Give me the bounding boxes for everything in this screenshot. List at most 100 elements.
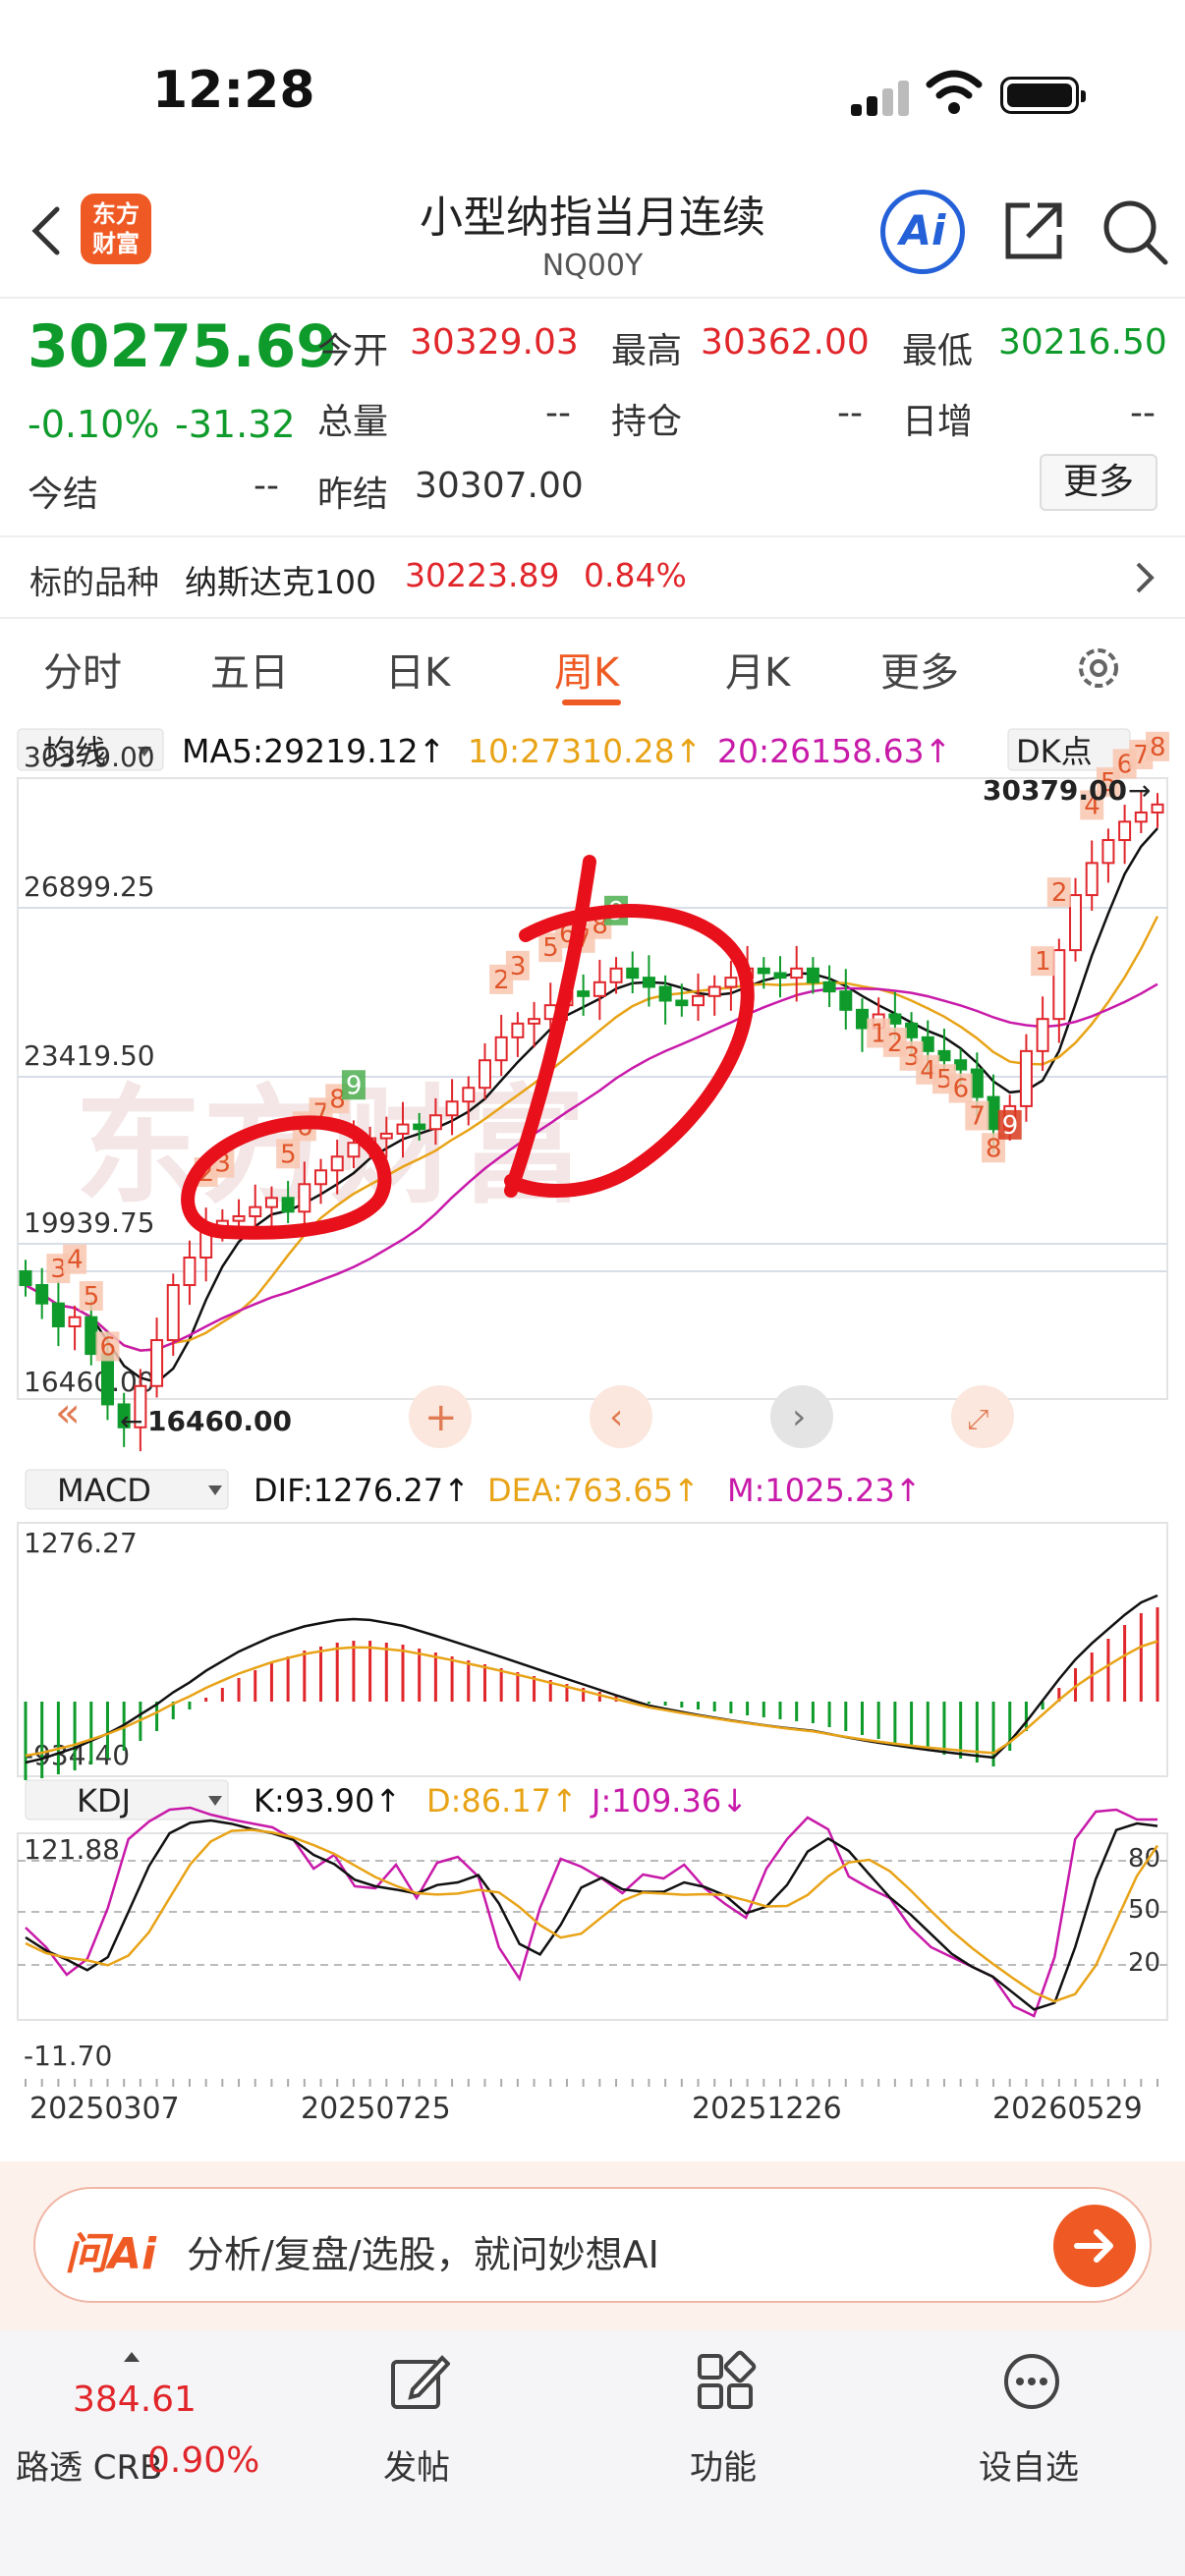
ai-ask-bar[interactable]: 问Ai 分析/复盘/选股，就问妙想AI bbox=[33, 2187, 1152, 2303]
kdj-k-line bbox=[25, 1819, 1158, 2011]
candle bbox=[183, 1257, 197, 1287]
candle bbox=[773, 972, 787, 980]
kdj-d: D:86.17↑ bbox=[426, 1782, 578, 1820]
kdj-select[interactable]: KDJ bbox=[77, 1782, 131, 1820]
td-marker: 5 bbox=[84, 1282, 100, 1312]
status-bar: 12:28 bbox=[0, 0, 1185, 157]
underlying-pct: 0.84% bbox=[584, 556, 687, 594]
tab-weekly-k[interactable]: 周K bbox=[554, 641, 619, 698]
change-absolute: -31.32 bbox=[175, 403, 296, 446]
td-marker: 2 bbox=[1051, 878, 1068, 908]
ma5-value: MA5:29219.12↑ bbox=[182, 732, 445, 770]
candle bbox=[757, 967, 770, 975]
crb-percent: 0.90% bbox=[147, 2440, 260, 2481]
candle bbox=[970, 1068, 984, 1098]
candle bbox=[1118, 820, 1132, 842]
date-label-4: 20260529 bbox=[992, 2092, 1143, 2126]
candle bbox=[1101, 839, 1115, 865]
chevron-right-icon bbox=[1136, 562, 1155, 593]
add-watchlist-label[interactable]: 设自选 bbox=[979, 2440, 1079, 2489]
more-dots-icon[interactable] bbox=[1000, 2350, 1063, 2413]
rewind-icon[interactable]: « bbox=[55, 1388, 81, 1436]
candle bbox=[707, 985, 721, 997]
candle bbox=[1036, 1018, 1049, 1052]
max-price-label: 30379.00 bbox=[983, 774, 1127, 807]
grid-functions-icon[interactable] bbox=[694, 2350, 757, 2413]
candle bbox=[150, 1339, 164, 1387]
fullscreen-icon[interactable]: ⤢ bbox=[967, 1403, 988, 1435]
y-axis-label: 19939.75 bbox=[24, 1206, 155, 1239]
caret-up-icon bbox=[124, 2352, 140, 2362]
candle bbox=[19, 1270, 32, 1287]
gear-icon[interactable] bbox=[1071, 641, 1126, 696]
macd-top-label: 1276.27 bbox=[24, 1527, 138, 1559]
divider bbox=[0, 617, 1185, 619]
pan-left-icon[interactable]: ‹ bbox=[609, 1397, 623, 1437]
macd-dea: DEA:763.65↑ bbox=[487, 1472, 700, 1509]
td-marker: 9 bbox=[1002, 1111, 1019, 1141]
y-axis-label: 26899.25 bbox=[24, 870, 155, 903]
open-value: 30329.03 bbox=[410, 322, 579, 363]
td-marker: 6 bbox=[953, 1075, 970, 1104]
macd-dea-line bbox=[25, 1640, 1158, 1758]
low-value: 30216.50 bbox=[998, 322, 1167, 363]
position-label: 持仓 bbox=[611, 402, 683, 442]
ai-send-button[interactable] bbox=[1053, 2205, 1136, 2287]
ai-assistant-button[interactable]: Ai bbox=[880, 190, 965, 274]
edit-post-icon[interactable] bbox=[387, 2350, 450, 2413]
functions-label[interactable]: 功能 bbox=[690, 2440, 757, 2489]
open-label: 今开 bbox=[317, 331, 389, 371]
td-marker: 3 bbox=[510, 952, 527, 981]
share-icon[interactable] bbox=[1000, 197, 1067, 264]
candle bbox=[494, 1036, 508, 1062]
kdj-j: J:109.36↓ bbox=[590, 1782, 748, 1820]
candle bbox=[413, 1123, 426, 1131]
post-label[interactable]: 发帖 bbox=[383, 2440, 450, 2489]
dk-point-select[interactable]: DK点 bbox=[1016, 733, 1093, 770]
tab-intraday[interactable]: 分时 bbox=[43, 641, 122, 698]
volume-value: -- bbox=[545, 393, 571, 433]
candle bbox=[888, 1013, 902, 1025]
underlying-label: 标的品种 bbox=[29, 563, 159, 601]
candle bbox=[35, 1284, 49, 1305]
zoom-in-icon[interactable]: + bbox=[424, 1395, 458, 1440]
tab-five-day[interactable]: 五日 bbox=[210, 641, 289, 698]
candle bbox=[592, 980, 606, 997]
daily-inc-value: -- bbox=[1130, 393, 1156, 433]
candle bbox=[954, 1059, 968, 1071]
date-label-2: 20250725 bbox=[301, 2092, 451, 2126]
underlying-row[interactable]: 标的品种 纳斯达克100 30223.89 0.84% bbox=[0, 538, 1185, 617]
underlying-name: 纳斯达克100 bbox=[185, 563, 376, 601]
candle bbox=[987, 1095, 1000, 1131]
candle bbox=[1085, 862, 1099, 897]
candle bbox=[822, 980, 836, 993]
candle bbox=[626, 967, 640, 980]
wifi-icon bbox=[926, 70, 983, 114]
macd-dif-line bbox=[25, 1594, 1158, 1764]
candle bbox=[478, 1059, 491, 1090]
pan-right-icon[interactable]: › bbox=[792, 1397, 806, 1437]
change-percent: -0.10% bbox=[28, 403, 160, 446]
kdj-bottom-label: -11.70 bbox=[24, 2040, 112, 2072]
kline-chart[interactable]: 均线 MA5:29219.12↑ 10:27310.28↑ 20:26158.6… bbox=[0, 719, 1185, 2163]
candle bbox=[51, 1302, 65, 1328]
active-tab-indicator bbox=[562, 700, 621, 705]
candle bbox=[264, 1197, 278, 1208]
candle bbox=[249, 1205, 262, 1217]
more-quote-button[interactable]: 更多 bbox=[1040, 454, 1157, 511]
min-price-label: 16460.00 bbox=[147, 1405, 292, 1437]
tab-more[interactable]: 更多 bbox=[880, 641, 959, 698]
y-axis-label: 23419.50 bbox=[24, 1039, 155, 1072]
candle bbox=[839, 990, 853, 1011]
kdj-level-label: 20 bbox=[1128, 1948, 1160, 1978]
ai-ask-placeholder[interactable]: 分析/复盘/选股，就问妙想AI bbox=[187, 2224, 659, 2278]
tab-monthly-k[interactable]: 月K bbox=[725, 641, 790, 698]
tab-daily-k[interactable]: 日K bbox=[385, 641, 450, 698]
candle bbox=[937, 1049, 951, 1062]
macd-select[interactable]: MACD bbox=[57, 1472, 151, 1509]
crb-label[interactable]: 路透 CRB bbox=[16, 2440, 163, 2489]
volume-label: 总量 bbox=[317, 402, 389, 442]
search-icon[interactable] bbox=[1100, 197, 1169, 266]
ask-ai-logo: 问Ai bbox=[65, 2229, 157, 2279]
candle bbox=[462, 1087, 476, 1103]
